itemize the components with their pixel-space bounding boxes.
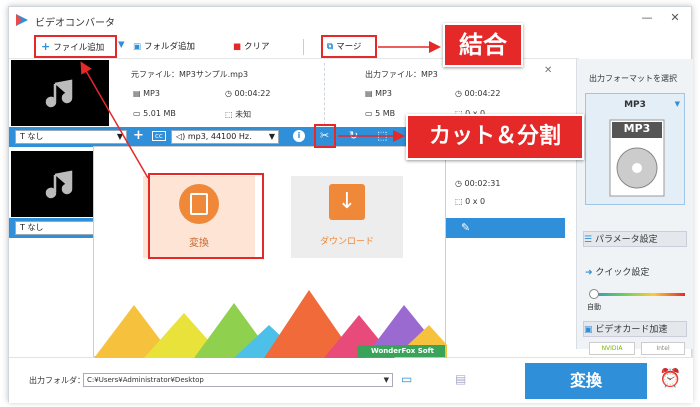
cut-split-annotation: カット＆分割 [406, 114, 584, 160]
merge-annotation: 結合 [443, 23, 523, 67]
annotation-arrows [80, 41, 441, 179]
